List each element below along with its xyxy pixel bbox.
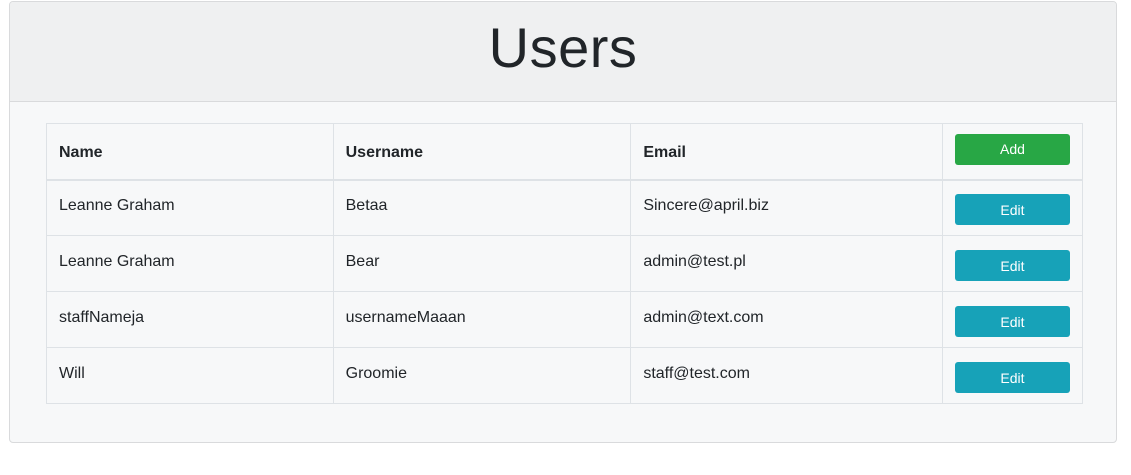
users-table: Name Username Email Add Leanne Graham Be… xyxy=(46,123,1084,404)
table-header-row: Name Username Email Add xyxy=(46,123,1084,181)
cell-action: Edit xyxy=(941,347,1084,404)
cell-username: Bear xyxy=(332,235,632,292)
users-card: Users Name Username Email Add Leanne Gra… xyxy=(9,1,1117,443)
cell-username: usernameMaaan xyxy=(332,291,632,348)
cell-action: Edit xyxy=(941,291,1084,348)
cell-email: Sincere@april.biz xyxy=(630,179,943,236)
edit-user-button[interactable]: Edit xyxy=(954,362,1070,393)
cell-email: staff@test.com xyxy=(630,347,943,404)
cell-action: Edit xyxy=(941,235,1084,292)
column-header-name: Name xyxy=(46,123,334,181)
add-user-button[interactable]: Add xyxy=(954,133,1070,165)
cell-username: Betaa xyxy=(332,179,632,236)
table-row: Will Groomie staff@test.com Edit xyxy=(46,347,1084,404)
table-row: Leanne Graham Betaa Sincere@april.biz Ed… xyxy=(46,179,1084,236)
edit-user-button[interactable]: Edit xyxy=(954,194,1070,226)
column-header-email: Email xyxy=(630,123,943,181)
cell-action: Edit xyxy=(941,179,1084,236)
table-row: staffNameja usernameMaaan admin@text.com… xyxy=(46,291,1084,348)
cell-name: Will xyxy=(46,347,334,404)
column-header-action: Add xyxy=(941,123,1084,181)
page-title: Users xyxy=(488,15,638,79)
edit-user-button[interactable]: Edit xyxy=(954,250,1070,281)
cell-username: Groomie xyxy=(332,347,632,404)
cell-name: Leanne Graham xyxy=(46,235,334,292)
card-header: Users xyxy=(10,2,1116,102)
cell-email: admin@text.com xyxy=(630,291,943,348)
cell-name: Leanne Graham xyxy=(46,179,334,236)
column-header-username: Username xyxy=(332,123,632,181)
cell-name: staffNameja xyxy=(46,291,334,348)
table-row: Leanne Graham Bear admin@test.pl Edit xyxy=(46,235,1084,292)
edit-user-button[interactable]: Edit xyxy=(954,306,1070,337)
cell-email: admin@test.pl xyxy=(630,235,943,292)
